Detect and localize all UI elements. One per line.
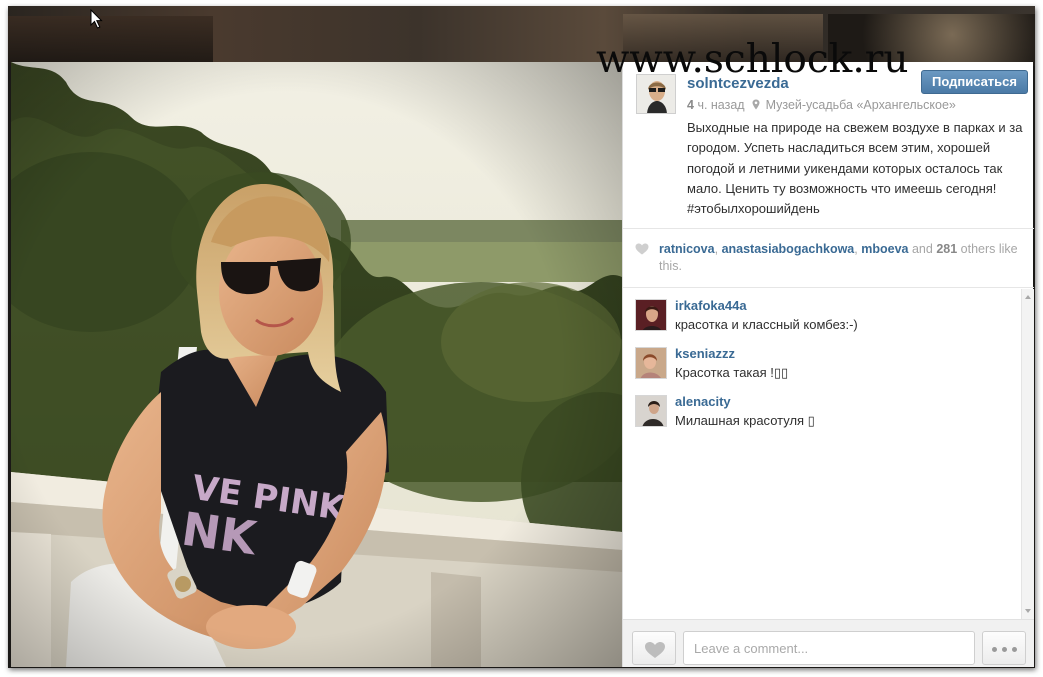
likes-and: and <box>911 242 933 256</box>
comment-item: alenacity Милашная красотуля ▯ <box>635 394 1015 435</box>
post-meta: 4 ч. назад Музей-усадьба «Архангельское» <box>687 98 956 112</box>
likes-separator: , <box>714 242 719 256</box>
heart-icon <box>645 642 665 658</box>
commenter-avatar-image <box>636 300 666 330</box>
post-side-panel: solntcezvezda Подписаться 4 ч. назад Муз… <box>622 62 1034 667</box>
liker-link[interactable]: mboeva <box>861 242 908 256</box>
comment-text: красотка и классный комбез:-) <box>675 317 858 332</box>
comment-item: kseniazzz Красотка такая !▯▯ <box>635 346 1015 387</box>
more-dots-icon <box>1012 647 1017 652</box>
post-location[interactable]: Музей-усадьба «Архангельское» <box>766 98 956 112</box>
heart-icon <box>635 243 649 255</box>
comments-list: irkafoka44a красотка и классный комбез:-… <box>623 289 1034 619</box>
arrow-cursor-icon <box>90 9 103 29</box>
likes-count[interactable]: 281 <box>936 242 957 256</box>
commenter-avatar-image <box>636 396 666 426</box>
photo-image: VE PINK NK <box>11 62 622 667</box>
post-time-value: 4 <box>687 98 694 112</box>
comment-username[interactable]: irkafoka44a <box>675 298 747 313</box>
commenter-avatar[interactable] <box>635 347 667 379</box>
likes-separator: , <box>854 242 858 256</box>
watermark: www.schlock.ru <box>596 37 909 82</box>
more-dots-icon <box>992 647 997 652</box>
comment-item: irkafoka44a красотка и классный комбез:-… <box>635 298 1015 339</box>
comment-text: Красотка такая !▯▯ <box>675 365 789 380</box>
scroll-down-arrow-icon[interactable] <box>1025 609 1031 613</box>
comment-username[interactable]: alenacity <box>675 394 731 409</box>
comments-scrollbar[interactable] <box>1021 289 1034 619</box>
comment-username[interactable]: kseniazzz <box>675 346 735 361</box>
post-header: solntcezvezda Подписаться 4 ч. назад Муз… <box>623 62 1034 229</box>
more-dots-icon <box>1002 647 1007 652</box>
photo-modal: VE PINK NK <box>11 62 1034 667</box>
location-pin-icon <box>752 99 760 110</box>
post-photo[interactable]: VE PINK NK <box>11 62 622 667</box>
likes-text: ratnicova, anastasiabogachkowa, mboeva a… <box>659 241 1019 275</box>
post-time-unit: ч. назад <box>697 98 745 112</box>
likes-section: ratnicova, anastasiabogachkowa, mboeva a… <box>623 230 1034 288</box>
follow-button[interactable]: Подписаться <box>921 70 1028 94</box>
liker-link[interactable]: ratnicova <box>659 242 715 256</box>
commenter-avatar-image <box>636 348 666 378</box>
comment-text: Милашная красотуля ▯ <box>675 413 815 428</box>
scroll-up-arrow-icon[interactable] <box>1025 295 1031 299</box>
commenter-avatar[interactable] <box>635 299 667 331</box>
liker-link[interactable]: anastasiabogachkowa <box>722 242 855 256</box>
post-caption: Выходные на природе на свежем воздухе в … <box>687 120 1023 217</box>
commenter-avatar[interactable] <box>635 395 667 427</box>
comment-footer <box>623 619 1034 667</box>
comment-input[interactable] <box>683 631 975 665</box>
more-options-button[interactable] <box>982 631 1026 665</box>
like-button[interactable] <box>632 631 676 665</box>
